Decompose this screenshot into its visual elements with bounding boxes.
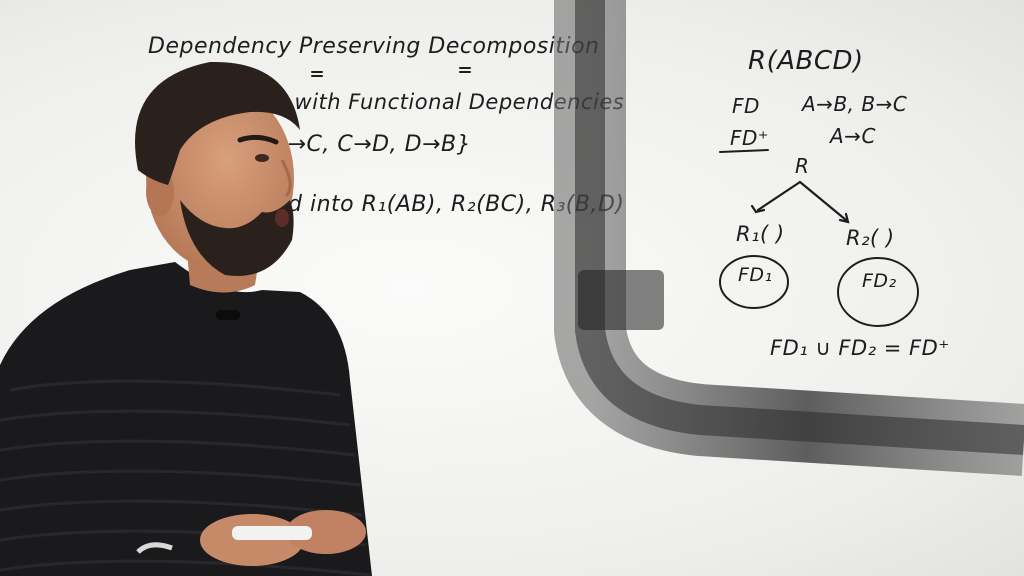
fd1-circle xyxy=(719,255,789,309)
microphone-stand xyxy=(554,0,1024,476)
board-annotations xyxy=(311,67,769,153)
lapel-mic xyxy=(216,310,240,320)
marker xyxy=(232,526,312,540)
fd2-circle xyxy=(837,257,919,327)
presenter xyxy=(0,61,372,576)
tree-branches xyxy=(750,180,850,224)
scene-art xyxy=(0,0,1024,576)
